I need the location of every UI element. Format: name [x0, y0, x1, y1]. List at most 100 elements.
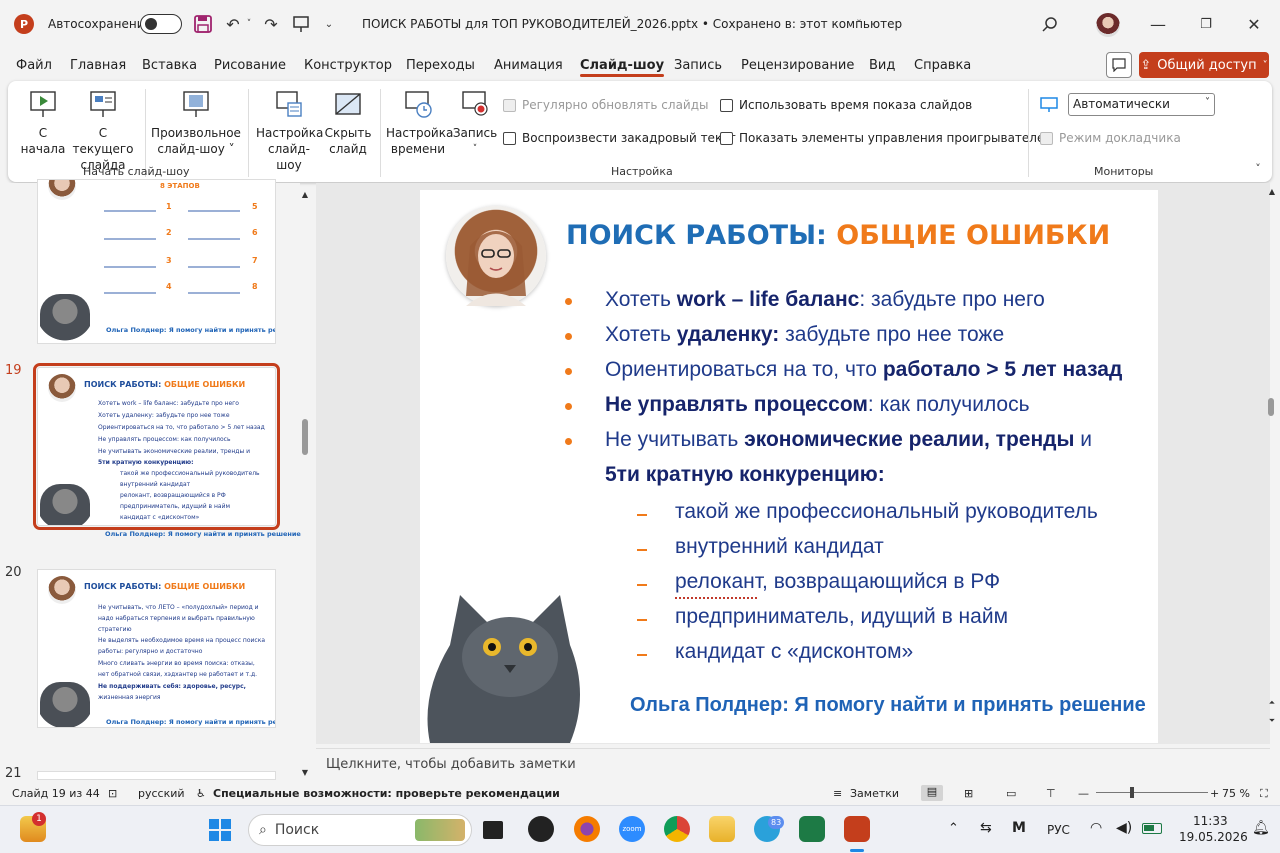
slide-counter[interactable]: Слайд 19 из 44 — [12, 787, 100, 800]
zoom-slider[interactable] — [1096, 792, 1208, 793]
from-current-label-1: С текущего — [72, 126, 134, 156]
show-media-controls-checkbox[interactable]: Показать элементы управления проигрывате… — [720, 131, 1053, 145]
play-narrations-checkbox[interactable]: Воспроизвести закадровый текст — [503, 131, 736, 145]
zoom-slider-thumb[interactable] — [1130, 787, 1134, 798]
setup-slideshow-button[interactable]: Настройка слайд-шоу — [256, 89, 323, 173]
tab-slideshow[interactable]: Слайд-шоу — [580, 58, 665, 77]
use-timings-checkbox[interactable]: Использовать время показа слайдов — [720, 98, 972, 112]
refresh-slides-checkbox[interactable]: Регулярно обновлять слайды — [503, 98, 709, 112]
tab-design[interactable]: Конструктор — [304, 58, 392, 73]
sub-bullet-2: внутренний кандидат — [675, 535, 884, 558]
slide-thumbnail-19[interactable]: ПОИСК РАБОТЫ: ОБЩИЕ ОШИБКИ Хотеть work –… — [33, 363, 280, 530]
chrome-icon[interactable] — [664, 816, 690, 842]
language-indicator[interactable]: русский — [138, 787, 185, 800]
autosave-label: Автосохранение — [48, 17, 152, 31]
tray-chevron-icon[interactable]: ⌃ — [948, 821, 959, 836]
search-icon[interactable] — [1040, 14, 1060, 34]
monitor-select[interactable]: Автоматически ˅ — [1068, 93, 1215, 116]
undo-icon[interactable]: ↶ — [222, 13, 244, 35]
tab-animations[interactable]: Анимация — [494, 58, 563, 73]
tray-app-icon[interactable]: ⇆ — [980, 820, 992, 836]
input-language[interactable]: РУС — [1047, 823, 1070, 837]
current-slide[interactable]: ПОИСК РАБОТЫ: ОБЩИЕ ОШИБКИ Хотеть work –… — [420, 190, 1158, 743]
from-current-button[interactable]: С текущего слайда — [68, 89, 138, 173]
battery-icon[interactable] — [1142, 823, 1162, 834]
start-button[interactable] — [208, 818, 232, 842]
custom-slideshow-button[interactable]: Произвольное слайд-шоу ˅ — [150, 89, 242, 157]
record-button[interactable]: Запись ˅ — [452, 89, 498, 157]
tab-draw[interactable]: Рисование — [214, 58, 286, 73]
scroll-down-icon[interactable]: ▼ — [299, 767, 311, 777]
tab-record[interactable]: Запись — [674, 58, 722, 73]
redo-icon[interactable]: ↷ — [260, 13, 282, 35]
slideshow-view-icon[interactable]: ⊤ — [1046, 787, 1056, 800]
rehearse-timings-button[interactable]: Настройка времени — [386, 89, 453, 157]
undo-dropdown-icon[interactable]: ˅ — [244, 16, 254, 32]
zoom-out-icon[interactable]: — — [1078, 787, 1089, 800]
file-explorer-icon[interactable] — [709, 816, 735, 842]
slide-sorter-icon[interactable]: ⊞ — [964, 787, 973, 800]
scroll-up-icon[interactable]: ▲ — [299, 189, 311, 199]
close-icon[interactable]: ✕ — [1244, 14, 1264, 34]
slide-thumbnail-18[interactable]: 8 ЭТАПОВ 1 5 2 6 3 7 4 8 Ольга Полднер: … — [37, 179, 276, 344]
thumb-title: ПОИСК РАБОТЫ: ОБЩИЕ ОШИБКИ — [84, 380, 246, 389]
wifi-icon[interactable]: ◠ — [1090, 820, 1102, 836]
zoom-level[interactable]: 75 % — [1222, 787, 1250, 800]
volume-icon[interactable]: ◀) — [1116, 820, 1132, 836]
reading-view-icon[interactable]: ▭ — [1006, 787, 1016, 800]
customize-qat-icon[interactable]: ⌄ — [322, 16, 336, 32]
slide-thumbnail-21[interactable] — [37, 771, 276, 780]
present-icon[interactable] — [290, 13, 312, 35]
thumb-bullet: стратегию — [98, 626, 132, 633]
collapse-ribbon-icon[interactable]: ˅ — [1250, 161, 1266, 175]
scroll-up-icon[interactable]: ▲ — [1266, 186, 1278, 196]
tab-home[interactable]: Главная — [70, 58, 126, 73]
hide-slide-button[interactable]: Скрыть слайд — [322, 89, 374, 157]
tab-file[interactable]: Файл — [16, 58, 52, 73]
app-icon-privacy[interactable] — [528, 816, 554, 842]
normal-view-icon[interactable]: ▤ — [921, 785, 943, 801]
previous-slide-icon[interactable]: ⏶ — [1266, 696, 1278, 710]
tab-help[interactable]: Справка — [914, 58, 971, 73]
zoom-in-icon[interactable]: + — [1210, 787, 1219, 800]
notifications-icon[interactable]: 🔔︎ — [1252, 820, 1270, 836]
tab-insert[interactable]: Вставка — [142, 58, 197, 73]
comments-button[interactable] — [1106, 52, 1132, 78]
thumbnails-scrollbar[interactable] — [302, 419, 308, 455]
tab-transitions[interactable]: Переходы — [406, 58, 475, 73]
maximize-icon[interactable]: ❐ — [1196, 14, 1216, 34]
document-title[interactable]: ПОИСК РАБОТЫ для ТОП РУКОВОДИТЕЛЕЙ_2026.… — [362, 17, 902, 31]
spellcheck-icon[interactable]: ⊡ — [108, 787, 117, 800]
accessibility-icon[interactable]: ♿ — [196, 787, 206, 800]
clock-time[interactable]: 11:33 — [1193, 814, 1228, 828]
clock-date[interactable]: 19.05.2026 — [1179, 830, 1248, 844]
user-avatar[interactable] — [1096, 13, 1120, 37]
autosave-toggle[interactable] — [140, 14, 182, 34]
notes-toggle[interactable]: Заметки — [850, 787, 899, 800]
firefox-icon[interactable] — [574, 816, 600, 842]
slide-thumbnail-20[interactable]: ПОИСК РАБОТЫ: ОБЩИЕ ОШИБКИ Не учитывать,… — [37, 569, 276, 728]
status-bar: Слайд 19 из 44 ⊡ русский ♿ Специальные в… — [0, 782, 1280, 804]
taskbar-search[interactable]: ⌕ Поиск — [248, 814, 472, 846]
search-icon: ⌕ — [259, 822, 267, 838]
save-icon[interactable] — [193, 14, 213, 34]
notes-icon[interactable]: ≡ — [833, 787, 842, 800]
task-view-icon[interactable] — [483, 821, 503, 839]
from-beginning-button[interactable]: С начала — [18, 89, 68, 157]
tray-app-icon-2[interactable]: Ⅿ — [1012, 820, 1026, 836]
share-button[interactable]: ⇪ Общий доступ ˅ — [1139, 52, 1269, 78]
record-icon — [460, 89, 490, 119]
next-slide-icon[interactable]: ⏷ — [1266, 714, 1278, 728]
fit-slide-icon[interactable]: ⛶ — [1260, 787, 1268, 801]
title-dropdown-icon[interactable]: ˅ — [853, 16, 865, 32]
excel-icon[interactable] — [799, 816, 825, 842]
notes-pane[interactable]: Щелкните, чтобы добавить заметки — [316, 748, 1270, 780]
zoom-icon[interactable]: zoom — [619, 816, 645, 842]
tab-view[interactable]: Вид — [869, 58, 895, 73]
tab-review[interactable]: Рецензирование — [741, 58, 854, 73]
minimize-icon[interactable]: — — [1148, 14, 1168, 34]
presenter-view-checkbox[interactable]: Режим докладчика — [1040, 131, 1181, 145]
accessibility-status[interactable]: Специальные возможности: проверьте реком… — [213, 787, 560, 800]
slide-scrollbar[interactable] — [1268, 398, 1274, 416]
powerpoint-taskbar-icon[interactable] — [844, 816, 870, 842]
